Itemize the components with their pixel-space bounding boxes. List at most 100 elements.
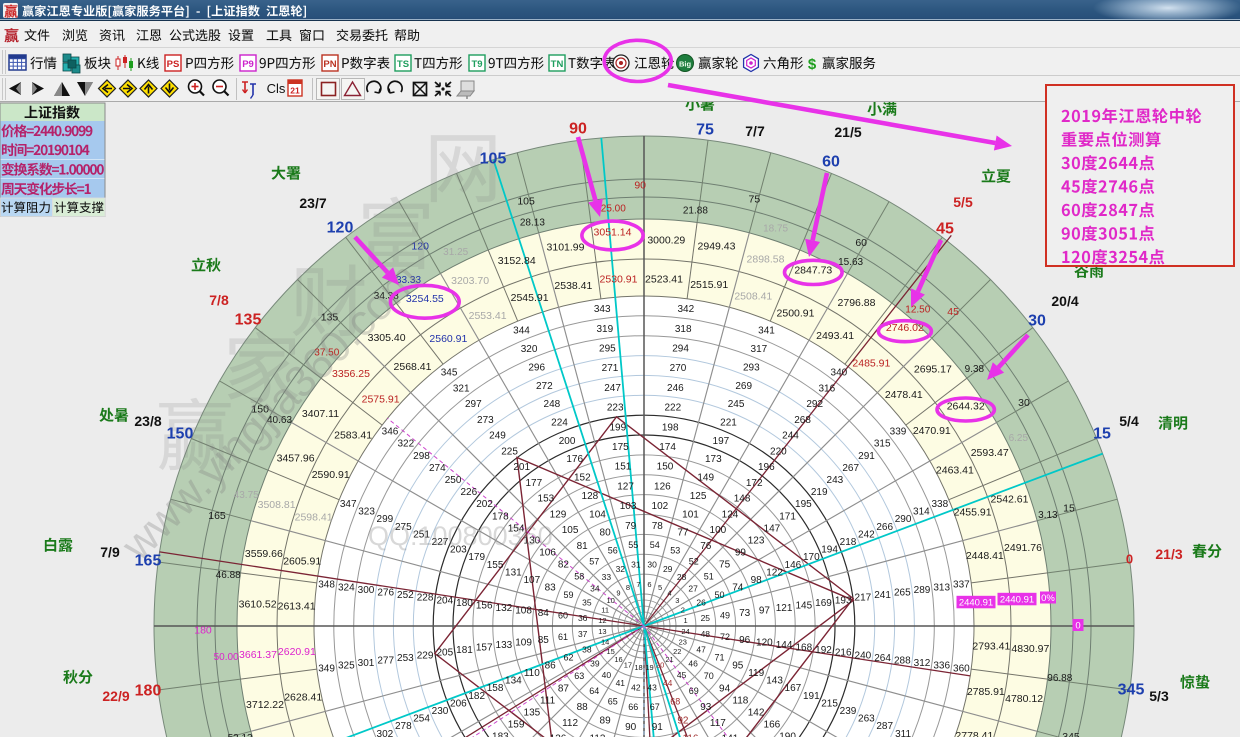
svg-text:269: 269	[735, 381, 752, 392]
svg-text:29: 29	[663, 564, 673, 574]
svg-text:0%: 0%	[1041, 593, 1055, 604]
svg-text:45: 45	[936, 221, 954, 238]
svg-text:4830.97: 4830.97	[1011, 643, 1049, 655]
svg-text:169: 169	[815, 598, 832, 609]
svg-text:206: 206	[450, 698, 467, 709]
svg-text:150: 150	[657, 462, 674, 473]
svg-text:120: 120	[756, 637, 773, 648]
svg-text:21: 21	[290, 86, 300, 96]
svg-text:14: 14	[601, 638, 609, 647]
svg-text:297: 297	[465, 399, 482, 410]
svg-text:50: 50	[714, 590, 724, 600]
svg-text:111: 111	[540, 695, 556, 706]
svg-text:31: 31	[631, 560, 641, 570]
svg-text:148: 148	[734, 494, 751, 505]
svg-text:41: 41	[616, 678, 626, 688]
svg-text:39: 39	[590, 659, 600, 669]
svg-text:119: 119	[748, 668, 764, 679]
svg-text:129: 129	[550, 509, 567, 520]
svg-text:2470.91: 2470.91	[913, 425, 951, 437]
svg-text:349: 349	[318, 663, 335, 674]
svg-text:52: 52	[689, 556, 699, 566]
svg-text:222: 222	[664, 403, 681, 414]
svg-text:290: 290	[895, 514, 912, 525]
svg-text:60: 60	[558, 611, 568, 621]
svg-text:149: 149	[697, 473, 714, 484]
svg-text:21: 21	[665, 655, 673, 664]
svg-text:122: 122	[766, 567, 783, 578]
svg-text:61: 61	[558, 632, 568, 642]
svg-text:126: 126	[654, 481, 671, 492]
svg-text:TN: TN	[551, 59, 564, 70]
svg-text:TS: TS	[397, 59, 409, 70]
svg-text:71: 71	[714, 652, 724, 662]
svg-text:43: 43	[647, 682, 657, 692]
svg-text:73: 73	[739, 608, 751, 619]
svg-text:2575.91: 2575.91	[362, 393, 400, 405]
svg-text:10: 10	[607, 596, 615, 605]
svg-text:2620.91: 2620.91	[278, 646, 316, 658]
svg-text:42: 42	[631, 682, 641, 692]
svg-text:265: 265	[894, 588, 911, 599]
svg-text:197: 197	[713, 436, 730, 447]
svg-text:103: 103	[620, 501, 637, 512]
svg-text:323: 323	[358, 507, 375, 518]
svg-text:2746.02: 2746.02	[886, 322, 924, 334]
svg-text:Cls: Cls	[267, 81, 286, 96]
svg-text:6.25: 6.25	[1009, 433, 1029, 444]
svg-text:201: 201	[513, 462, 530, 473]
svg-text:142: 142	[748, 708, 765, 719]
svg-text:7/8: 7/8	[209, 292, 229, 308]
svg-text:252: 252	[397, 590, 414, 601]
svg-text:289: 289	[914, 585, 931, 596]
svg-text:175: 175	[612, 442, 629, 453]
svg-text:218: 218	[840, 537, 857, 548]
svg-text:105: 105	[480, 151, 507, 168]
svg-text:345: 345	[1062, 731, 1080, 737]
svg-text:125: 125	[690, 491, 707, 502]
svg-text:66: 66	[628, 702, 638, 712]
svg-text:6: 6	[647, 580, 651, 589]
svg-text:215: 215	[821, 698, 838, 709]
svg-text:0: 0	[1126, 552, 1133, 567]
svg-text:2793.41: 2793.41	[972, 641, 1010, 653]
svg-text:341: 341	[758, 326, 775, 337]
svg-text:68: 68	[670, 697, 680, 707]
svg-text:48: 48	[701, 629, 711, 639]
svg-text:276: 276	[377, 588, 394, 599]
svg-text:21.88: 21.88	[683, 206, 708, 217]
svg-text:336: 336	[933, 661, 950, 672]
svg-text:165: 165	[135, 553, 162, 570]
svg-text:344: 344	[513, 326, 530, 337]
svg-text:224: 224	[551, 418, 568, 429]
svg-text:46: 46	[688, 659, 698, 669]
svg-text:19: 19	[645, 663, 653, 672]
svg-text:242: 242	[858, 529, 875, 540]
svg-text:338: 338	[931, 499, 948, 510]
svg-text:43.75: 43.75	[234, 490, 259, 501]
svg-text:2545.91: 2545.91	[511, 292, 549, 304]
svg-text:2500.91: 2500.91	[777, 307, 815, 319]
svg-text:3.13: 3.13	[1038, 510, 1058, 521]
svg-text:2440.91: 2440.91	[959, 598, 993, 609]
svg-text:220: 220	[770, 446, 787, 457]
svg-text:200: 200	[559, 436, 576, 447]
svg-text:PS: PS	[167, 59, 180, 70]
svg-text:345: 345	[1118, 682, 1145, 699]
svg-text:9: 9	[616, 588, 620, 597]
svg-text:192: 192	[815, 645, 832, 656]
svg-text:2695.17: 2695.17	[914, 363, 952, 375]
svg-text:155: 155	[487, 560, 504, 571]
svg-text:107: 107	[523, 575, 540, 586]
svg-text:3051.14: 3051.14	[594, 227, 632, 239]
svg-text:75: 75	[696, 122, 714, 139]
svg-text:2644.32: 2644.32	[947, 401, 985, 413]
svg-text:25: 25	[701, 613, 711, 623]
svg-text:145: 145	[795, 601, 812, 612]
svg-text:2523.41: 2523.41	[645, 273, 683, 285]
svg-text:248: 248	[544, 399, 561, 410]
svg-text:136: 136	[550, 734, 567, 737]
svg-text:93: 93	[700, 702, 712, 713]
svg-text:270: 270	[670, 363, 687, 374]
svg-text:196: 196	[758, 462, 775, 473]
